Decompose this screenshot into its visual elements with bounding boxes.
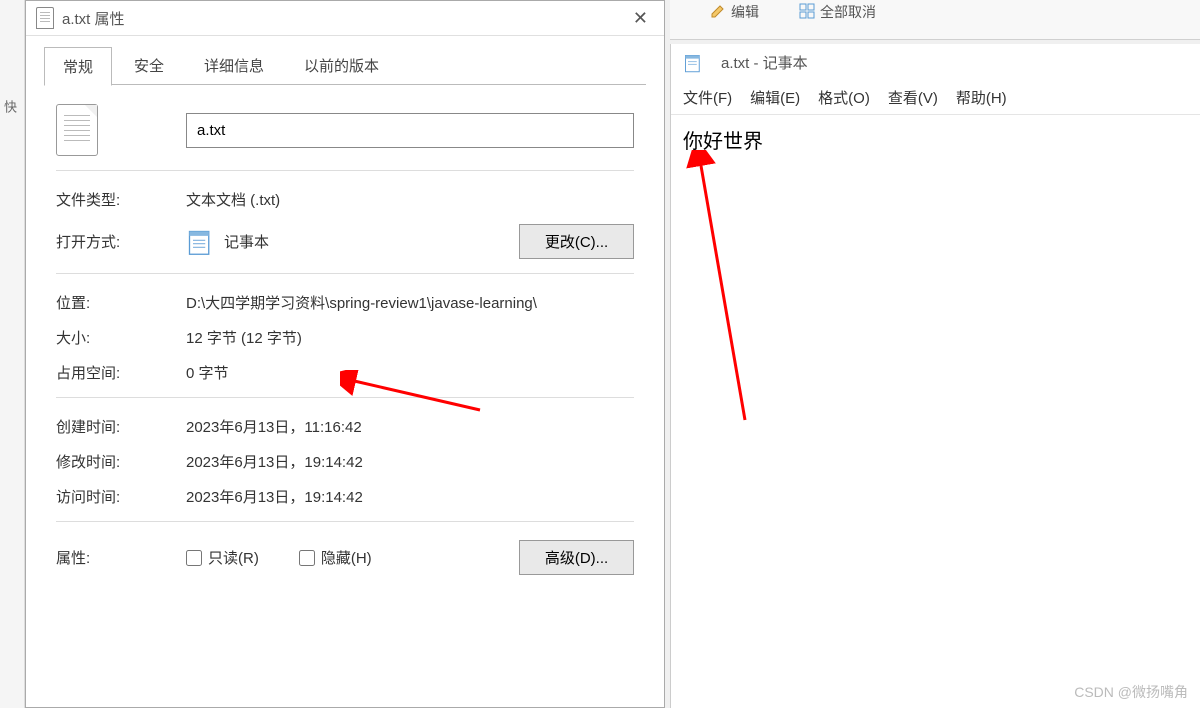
dialog-titlebar[interactable]: a.txt 属性 ✕ bbox=[26, 1, 664, 36]
deselect-icon bbox=[799, 3, 815, 22]
tab-previous[interactable]: 以前的版本 bbox=[286, 47, 397, 86]
advanced-button[interactable]: 高级(D)... bbox=[519, 540, 634, 575]
menu-help[interactable]: 帮助(H) bbox=[956, 87, 1007, 108]
attributes-label: 属性: bbox=[56, 547, 186, 568]
created-label: 创建时间: bbox=[56, 416, 186, 437]
created-value: 2023年6月13日，11:16:42 bbox=[186, 416, 634, 437]
menu-view[interactable]: 查看(V) bbox=[888, 87, 938, 108]
change-button[interactable]: 更改(C)... bbox=[519, 224, 634, 259]
readonly-checkbox[interactable]: 只读(R) bbox=[186, 547, 259, 568]
edit-icon bbox=[710, 3, 726, 22]
left-fragment-text: 快 bbox=[2, 100, 17, 113]
tab-general[interactable]: 常规 bbox=[44, 47, 112, 86]
watermark: CSDN @微扬嘴角 bbox=[1074, 682, 1188, 702]
tab-security[interactable]: 安全 bbox=[116, 47, 182, 86]
tab-details[interactable]: 详细信息 bbox=[186, 47, 282, 86]
left-panel-fragment: 快 bbox=[0, 0, 25, 708]
disk-label: 占用空间: bbox=[56, 362, 186, 383]
notepad-icon bbox=[186, 228, 214, 256]
close-icon[interactable]: ✕ bbox=[627, 8, 654, 29]
menu-file[interactable]: 文件(F) bbox=[683, 87, 732, 108]
filename-input[interactable] bbox=[186, 113, 634, 148]
open-with-label: 打开方式: bbox=[56, 231, 186, 252]
menu-edit[interactable]: 编辑(E) bbox=[750, 87, 800, 108]
notepad-title: a.txt - 记事本 bbox=[721, 52, 808, 73]
ribbon-edit[interactable]: 编辑 bbox=[710, 2, 759, 22]
notepad-menubar: 文件(F) 编辑(E) 格式(O) 查看(V) 帮助(H) bbox=[671, 81, 1200, 115]
modified-label: 修改时间: bbox=[56, 451, 186, 472]
size-label: 大小: bbox=[56, 327, 186, 348]
file-type-value: 文本文档 (.txt) bbox=[186, 189, 634, 210]
readonly-label: 只读(R) bbox=[208, 547, 259, 568]
location-value: D:\大四学期学习资料\spring-review1\javase-learni… bbox=[186, 292, 634, 313]
disk-value: 0 字节 bbox=[186, 362, 634, 383]
properties-dialog: a.txt 属性 ✕ 常规 安全 详细信息 以前的版本 文件类型: 文本文档 (… bbox=[25, 0, 665, 708]
hidden-checkbox[interactable]: 隐藏(H) bbox=[299, 547, 372, 568]
notepad-titlebar[interactable]: a.txt - 记事本 bbox=[671, 44, 1200, 81]
readonly-input[interactable] bbox=[186, 550, 202, 566]
ribbon-fragment: 编辑 全部取消 bbox=[670, 0, 1200, 40]
document-icon bbox=[56, 104, 98, 156]
modified-value: 2023年6月13日，19:14:42 bbox=[186, 451, 634, 472]
open-with-value: 记事本 bbox=[224, 231, 269, 252]
menu-format[interactable]: 格式(O) bbox=[818, 87, 870, 108]
dialog-content: 文件类型: 文本文档 (.txt) 打开方式: 记事本 更改(C)... 位置:… bbox=[26, 86, 664, 707]
notepad-window: a.txt - 记事本 文件(F) 编辑(E) 格式(O) 查看(V) 帮助(H… bbox=[670, 44, 1200, 708]
notepad-content[interactable]: 你好世界 bbox=[671, 115, 1200, 164]
tab-strip: 常规 安全 详细信息 以前的版本 bbox=[26, 36, 664, 85]
ribbon-deselect[interactable]: 全部取消 bbox=[799, 2, 876, 22]
size-value: 12 字节 (12 字节) bbox=[186, 327, 634, 348]
dialog-title: a.txt 属性 bbox=[62, 8, 125, 29]
hidden-label: 隐藏(H) bbox=[321, 547, 372, 568]
notepad-app-icon bbox=[683, 53, 703, 73]
accessed-label: 访问时间: bbox=[56, 486, 186, 507]
file-icon bbox=[36, 7, 54, 29]
hidden-input[interactable] bbox=[299, 550, 315, 566]
file-type-label: 文件类型: bbox=[56, 189, 186, 210]
accessed-value: 2023年6月13日，19:14:42 bbox=[186, 486, 634, 507]
location-label: 位置: bbox=[56, 292, 186, 313]
